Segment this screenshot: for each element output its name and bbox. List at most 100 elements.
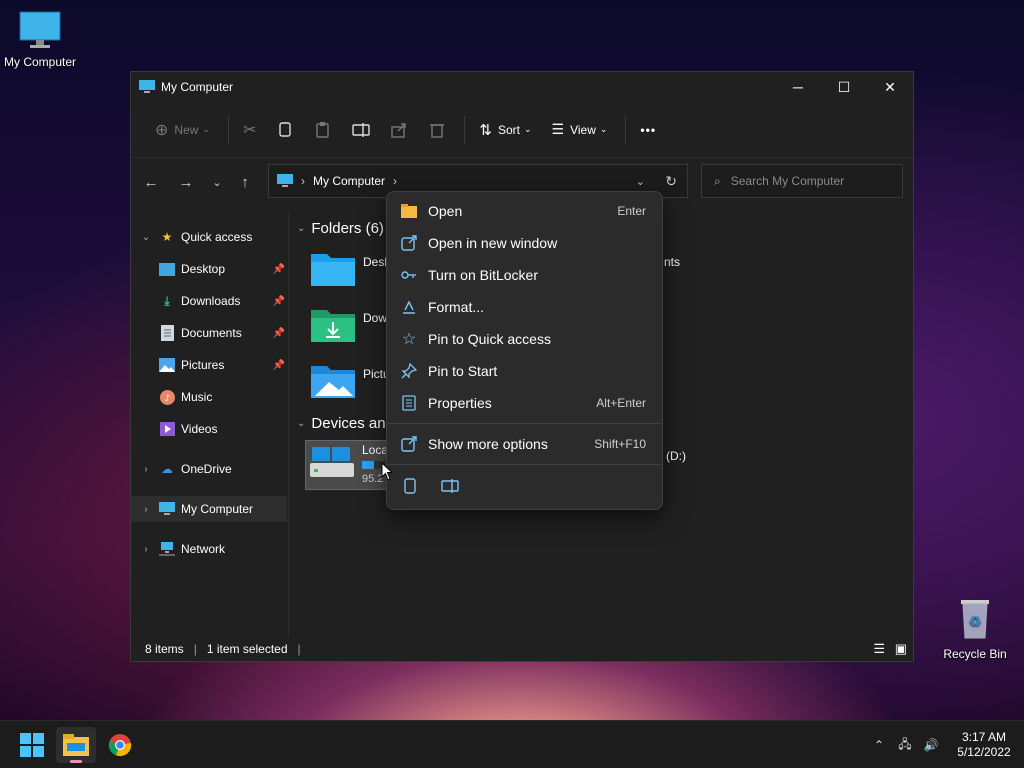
search-box[interactable]: ⌕ Search My Computer [701,164,903,198]
menu-item-open-new-window[interactable]: Open in new window [392,228,657,258]
network-icon [159,541,175,557]
menu-item-shortcut: Alt+Enter [596,396,646,410]
status-bar: 8 items | 1 item selected | ☰ ▣ [131,637,913,661]
sidebar-item-label: Documents [181,326,242,340]
volume-icon[interactable]: 🔊 [918,738,944,752]
chevron-right-icon: › [393,174,398,188]
folder-picture-icon [311,366,355,398]
view-button[interactable]: ☰ View ⌄ [544,114,616,146]
folder-item-downloads[interactable]: Dow [311,306,387,342]
sidebar-item-desktop[interactable]: Desktop 📌 [131,256,287,282]
cut-button[interactable]: ✂ [235,114,264,146]
video-icon [159,421,175,437]
sidebar-item-documents[interactable]: Documents 📌 [131,320,287,346]
close-button[interactable]: ✕ [867,72,913,102]
document-icon [159,325,175,341]
recycle-bin-icon: ♻ [961,600,989,639]
taskbar-file-explorer[interactable] [56,727,96,763]
ellipsis-icon: ••• [640,122,657,137]
chevron-right-icon[interactable]: › [139,504,153,515]
sidebar-item-music[interactable]: ♪ Music [131,384,287,410]
clock[interactable]: 3:17 AM 5/12/2022 [944,730,1024,760]
properties-icon [400,394,418,412]
pin-icon: 📌 [272,327,285,339]
network-icon[interactable]: 🖧 [892,735,918,756]
folder-item-desktop[interactable]: Desk [311,250,390,286]
chevron-down-icon: ⌄ [212,176,222,189]
forward-button[interactable]: → [176,172,196,192]
window-title: My Computer [161,80,234,94]
show-more-options-icon [400,435,418,453]
chevron-up-icon[interactable]: ⌃ [866,738,892,752]
more-options-button[interactable]: ••• [632,114,664,146]
sidebar-item-label: OneDrive [181,462,232,476]
cloud-icon: ☁ [161,462,173,476]
navigation-pane: ⌄ ★ Quick access Desktop 📌 ⤓ Downloads 📌… [131,212,289,637]
recent-locations-button[interactable]: ⌄ [207,172,227,192]
refresh-icon[interactable]: ↻ [665,173,677,190]
back-button[interactable]: ← [141,172,161,192]
picture-icon [159,357,175,373]
sidebar-item-label: Music [181,390,213,404]
maximize-button[interactable]: ☐ [821,72,867,102]
sidebar-item-network[interactable]: › Network [131,536,287,562]
folders-group-header[interactable]: ⌄ Folders (6) [297,220,384,237]
sidebar-item-videos[interactable]: Videos [131,416,287,442]
delete-button[interactable] [420,114,454,146]
menu-rename-button[interactable] [439,475,461,497]
tiles-view-icon[interactable]: ▣ [895,641,907,657]
file-explorer-icon [63,734,89,756]
paste-button[interactable] [306,114,340,146]
drive-usage-fill [362,461,374,469]
devices-group-header[interactable]: ⌄ Devices and [297,415,394,432]
new-button[interactable]: ⊕ New ⌄ [147,114,218,146]
share-button[interactable] [382,114,416,146]
hard-drive-icon [310,447,354,477]
sidebar-item-pictures[interactable]: Pictures 📌 [131,352,287,378]
menu-item-properties[interactable]: Properties Alt+Enter [392,388,657,418]
breadcrumb-item[interactable]: My Computer [313,174,385,188]
copy-button[interactable] [268,114,302,146]
taskbar: ⌃ 🖧 🔊 3:17 AM 5/12/2022 [0,720,1024,768]
chevron-down-icon[interactable]: ⌄ [139,232,153,243]
menu-item-pin-quick-access[interactable]: ☆ Pin to Quick access [392,324,657,354]
folder-item-pictures[interactable]: Pictu [311,362,390,398]
rename-button[interactable] [344,114,378,146]
drive-label: Loca [362,443,389,457]
chevron-down-icon: ⌄ [297,418,306,429]
minimize-button[interactable]: ─ [775,72,821,102]
drive-d-label[interactable]: (D:) [666,449,686,463]
menu-item-label: Format... [428,299,485,315]
search-icon: ⌕ [714,173,721,188]
status-items-count: 8 items [145,642,184,656]
menu-item-format[interactable]: Format... [392,292,657,322]
menu-item-pin-start[interactable]: Pin to Start [392,356,657,386]
taskbar-chrome[interactable] [100,727,140,763]
menu-copy-button[interactable] [399,475,421,497]
desktop-icon-my-computer[interactable]: My Computer [0,10,80,69]
music-icon: ♪ [159,389,175,405]
menu-item-show-more-options[interactable]: Show more options Shift+F10 [392,429,657,459]
menu-item-open[interactable]: Open Enter [392,196,657,226]
monitor-icon [19,11,61,48]
menu-item-bitlocker[interactable]: Turn on BitLocker [392,260,657,290]
monitor-icon [159,501,175,517]
copy-icon [404,478,416,494]
sort-button[interactable]: ⇅ Sort ⌄ [471,114,539,146]
start-button[interactable] [12,727,52,763]
sidebar-item-onedrive[interactable]: › ☁ OneDrive [131,456,287,482]
chevron-right-icon[interactable]: › [139,544,153,555]
sidebar-item-label: Desktop [181,262,226,276]
menu-item-label: Show more options [428,436,548,452]
chevron-right-icon[interactable]: › [139,464,153,475]
address-dropdown-icon[interactable]: ⌄ [636,175,645,188]
desktop-icon-recycle-bin[interactable]: ♻ Recycle Bin [935,596,1015,661]
windows-logo-icon [20,733,44,757]
details-view-icon[interactable]: ☰ [873,641,885,657]
sidebar-item-my-computer[interactable]: › My Computer [131,496,287,522]
status-divider: | [297,642,301,656]
up-button[interactable]: ↑ [235,172,255,192]
sidebar-item-label: Downloads [181,294,241,308]
sidebar-item-quick-access[interactable]: ⌄ ★ Quick access [131,224,287,250]
sidebar-item-downloads[interactable]: ⤓ Downloads 📌 [131,288,287,314]
